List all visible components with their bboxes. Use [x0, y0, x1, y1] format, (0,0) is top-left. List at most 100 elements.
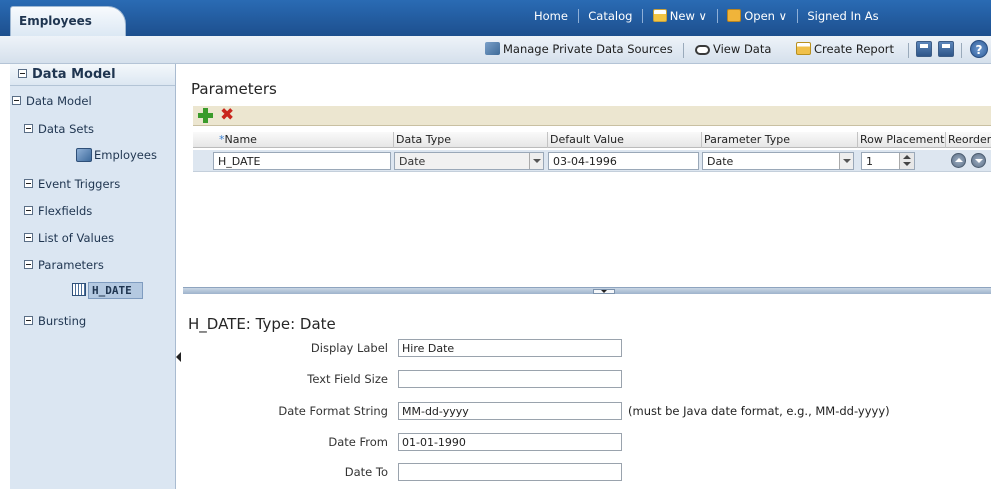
tree-label: Data Sets — [38, 122, 94, 136]
column-default-value-header[interactable]: Default Value — [550, 133, 624, 146]
divider — [393, 132, 394, 148]
tree-label: List of Values — [38, 231, 115, 245]
date-from-label: Date From — [328, 435, 388, 449]
create-report-button[interactable]: Create Report — [796, 42, 894, 56]
create-report-icon — [796, 42, 811, 55]
open-menu[interactable]: Open ∨ — [727, 8, 787, 23]
collapse-toggle-icon[interactable] — [24, 206, 33, 215]
move-up-icon[interactable] — [951, 153, 966, 168]
data-model-panel: Data Model Data Model Data Sets Employee… — [10, 64, 176, 489]
default-value-input[interactable]: 03-04-1996 — [548, 152, 699, 170]
column-label: Name — [224, 133, 257, 146]
text-field-size-input[interactable] — [398, 370, 622, 388]
open-label: Open ∨ — [744, 8, 788, 23]
tree-label: Data Model — [26, 94, 92, 108]
new-icon — [652, 9, 667, 23]
divider — [577, 8, 579, 23]
help-icon[interactable]: ? — [970, 40, 988, 58]
tree-item-data-sets[interactable]: Data Sets — [24, 122, 94, 136]
row-placement-stepper[interactable]: 1 — [861, 152, 915, 170]
parameters-grid-header: *Name Data Type Default Value Parameter … — [193, 132, 991, 148]
date-format-string-label: Date Format String — [278, 404, 388, 418]
data-type-select[interactable]: Date — [394, 152, 544, 170]
manage-private-data-sources-icon — [485, 42, 500, 55]
tree-item-event-triggers[interactable]: Event Triggers — [24, 177, 120, 191]
column-name-header[interactable]: *Name — [219, 133, 257, 146]
tree-label: Bursting — [38, 314, 87, 328]
collapse-toggle-icon[interactable] — [18, 69, 27, 78]
pane-splitter[interactable] — [183, 287, 991, 294]
collapse-toggle-icon[interactable] — [24, 233, 33, 242]
chevron-down-icon[interactable] — [529, 153, 543, 169]
tree-label: Parameters — [38, 258, 104, 272]
dataset-icon — [76, 148, 92, 162]
divider — [945, 132, 946, 148]
home-link[interactable]: Home — [534, 9, 568, 23]
panel-header[interactable]: Data Model — [10, 64, 175, 86]
column-data-type-header[interactable]: Data Type — [396, 133, 451, 146]
collapse-toggle-icon[interactable] — [24, 124, 33, 133]
view-data-button[interactable]: View Data — [695, 42, 771, 56]
display-label-input[interactable]: Hire Date — [398, 339, 622, 357]
manage-private-label: Manage Private Data Sources — [503, 42, 673, 56]
divider — [908, 43, 909, 58]
divider — [642, 8, 644, 23]
chevron-down-icon[interactable] — [839, 153, 853, 169]
divider — [701, 132, 702, 148]
tree-item-parameters[interactable]: Parameters — [24, 258, 104, 272]
divider — [716, 8, 718, 23]
date-format-hint: (must be Java date format, e.g., MM-dd-y… — [628, 404, 890, 418]
parameters-title: Parameters — [191, 80, 277, 98]
catalog-link[interactable]: Catalog — [588, 9, 632, 23]
data-type-value: Date — [399, 155, 426, 168]
date-from-input[interactable]: 01-01-1990 — [398, 433, 622, 451]
parameter-icon — [72, 283, 86, 296]
divider — [857, 132, 858, 148]
global-nav: Home Catalog New ∨ Open ∨ Signed In As — [534, 8, 879, 23]
move-down-icon[interactable] — [971, 153, 986, 168]
save-as-icon[interactable] — [938, 41, 954, 57]
splitter-handle[interactable] — [593, 289, 615, 294]
divider — [683, 43, 684, 58]
tree-item-h-date[interactable]: H_DATE — [72, 282, 143, 299]
column-parameter-type-header[interactable]: Parameter Type — [704, 133, 790, 146]
parameter-type-select[interactable]: Date — [702, 152, 854, 170]
collapse-toggle-icon[interactable] — [24, 260, 33, 269]
date-format-string-input[interactable]: MM-dd-yyyy — [398, 402, 622, 420]
view-data-icon — [695, 45, 710, 55]
collapse-toggle-icon[interactable] — [24, 179, 33, 188]
date-to-input[interactable] — [398, 463, 622, 481]
name-input[interactable]: H_DATE — [213, 152, 391, 170]
tree-label: Flexfields — [38, 204, 93, 218]
date-to-label: Date To — [344, 465, 388, 479]
column-reorder-header[interactable]: Reorder — [948, 133, 991, 146]
collapse-toggle-icon[interactable] — [12, 96, 21, 105]
add-icon[interactable] — [198, 108, 213, 123]
table-row[interactable]: H_DATE Date 03-04-1996 Date 1 — [193, 150, 991, 172]
tree-item-data-model[interactable]: Data Model — [12, 94, 92, 108]
text-field-size-label: Text Field Size — [307, 372, 388, 386]
tree-item-bursting[interactable]: Bursting — [24, 314, 86, 328]
column-row-placement-header[interactable]: Row Placement — [860, 133, 944, 146]
create-report-label: Create Report — [814, 42, 894, 56]
signed-in-menu[interactable]: Signed In As — [807, 9, 878, 23]
display-label-label: Display Label — [310, 341, 388, 355]
open-icon — [727, 9, 742, 23]
new-menu[interactable]: New ∨ — [652, 8, 707, 23]
tab-employees[interactable]: Employees — [10, 6, 126, 36]
tree-item-list-of-values[interactable]: List of Values — [24, 231, 114, 245]
new-label: New ∨ — [669, 8, 707, 23]
tree-item-employees[interactable]: Employees — [76, 148, 157, 162]
divider — [796, 8, 798, 23]
save-icon[interactable] — [916, 41, 932, 57]
collapse-toggle-icon[interactable] — [24, 316, 33, 325]
tree-label: Employees — [94, 148, 157, 162]
manage-private-data-sources-button[interactable]: Manage Private Data Sources — [485, 42, 673, 56]
tree-label: Event Triggers — [38, 177, 121, 191]
delete-icon[interactable]: ✖ — [220, 106, 234, 124]
tree-item-flexfields[interactable]: Flexfields — [24, 204, 92, 218]
view-data-label: View Data — [713, 42, 772, 56]
toolbar: Manage Private Data Sources View Data Cr… — [0, 36, 991, 64]
spinner-icon[interactable] — [899, 153, 914, 169]
panel-collapse-handle[interactable] — [176, 352, 181, 362]
